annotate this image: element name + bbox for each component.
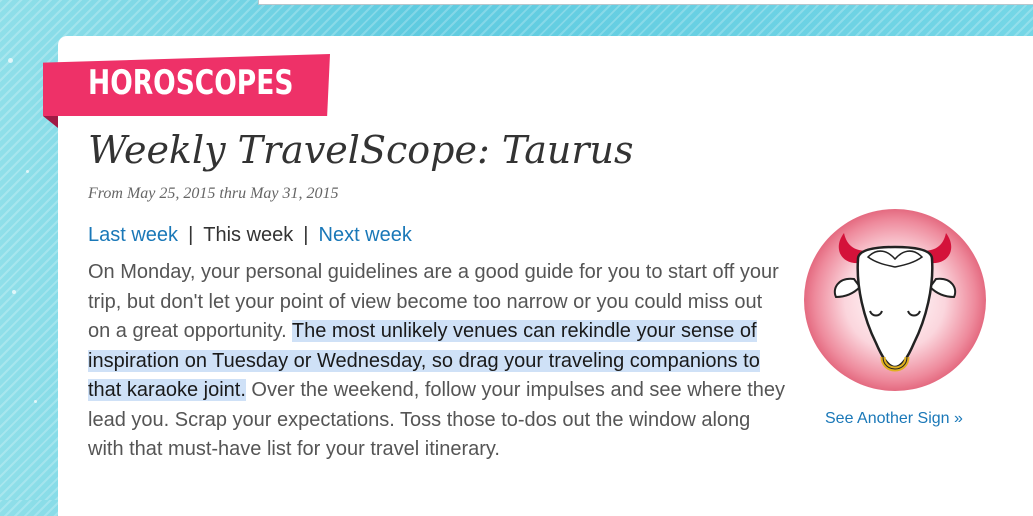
- next-week-link[interactable]: Next week: [319, 224, 412, 246]
- nav-separator: |: [188, 224, 194, 246]
- sparkle-decoration: [8, 58, 13, 63]
- week-navigation: Last week | This week | Next week: [88, 224, 412, 247]
- ribbon-fold: [43, 116, 58, 128]
- horoscope-text: On Monday, your personal guidelines are …: [88, 258, 788, 465]
- nav-separator: |: [303, 224, 309, 246]
- date-range: From May 25, 2015 thru May 31, 2015: [88, 185, 339, 202]
- sparkle-decoration: [12, 290, 16, 294]
- last-week-link[interactable]: Last week: [88, 224, 178, 246]
- page-title: Weekly TravelScope: Taurus: [88, 128, 634, 172]
- sparkle-decoration: [26, 170, 29, 173]
- see-another-sign-link[interactable]: See Another Sign »: [825, 410, 963, 428]
- top-search-bar-edge: [258, 0, 1033, 5]
- taurus-bull-icon[interactable]: [802, 207, 988, 393]
- sparkle-decoration: [34, 400, 37, 403]
- section-label: HOROSCOPES: [88, 63, 294, 103]
- this-week-label: This week: [203, 224, 294, 246]
